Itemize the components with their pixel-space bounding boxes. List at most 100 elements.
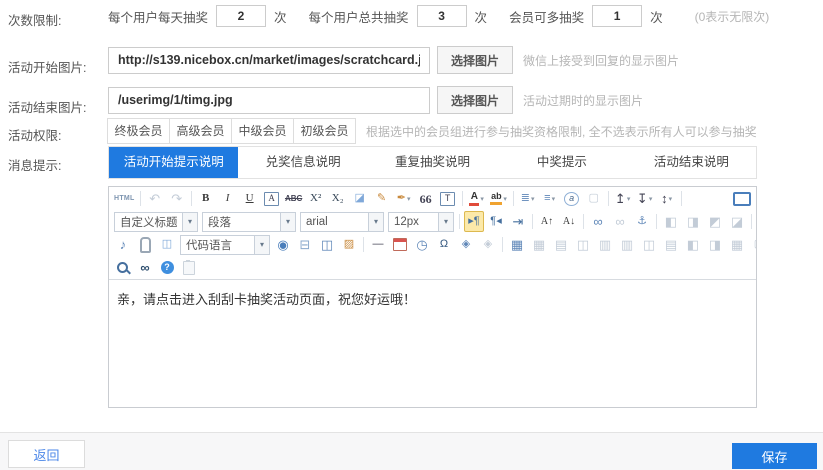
font-family-select[interactable]: arial▾ [300,212,384,232]
custom-title-select[interactable]: 自定义标题▾ [114,212,198,232]
tab-activity-end[interactable]: 活动结束说明 [627,147,756,178]
tab-label: 兑奖信息说明 [266,155,341,169]
insert-table-icon[interactable]: ▦ [507,234,527,255]
anchor-icon[interactable]: ⚓ [632,211,652,232]
editor-content[interactable]: 亲，请点击进入刮刮卡抽奖活动页面，祝您好运哦！ [109,280,756,407]
google-map-icon[interactable]: ◈ [478,234,498,255]
highlight-color-icon[interactable]: ab▾ [489,188,509,209]
time-icon[interactable]: ◷ [412,234,432,255]
start-image-row: 选择图片 微信上接受到回复的显示图片 [108,46,679,74]
toolbar-separator [462,191,463,206]
insert-frame-icon[interactable]: ◫ [157,234,177,255]
code-language-select[interactable]: 代码语言▾ [180,235,270,255]
member-group-buttons: 终极会员高级会员中级会员初级会员 [108,118,356,144]
rtl-paragraph-icon[interactable]: ¶◂ [486,211,506,232]
music-icon[interactable]: ♪ [113,234,133,255]
special-char-icon[interactable]: Ω [434,234,454,255]
start-image-choose-button[interactable]: 选择图片 [437,46,513,74]
top-spacing-icon[interactable]: ↥▾ [613,188,633,209]
italic-icon[interactable]: I [218,188,238,209]
blank-page-icon[interactable]: ▢ [584,188,604,209]
insert-code-icon[interactable]: ◉ [273,234,293,255]
paste-icon[interactable] [179,257,199,278]
font-size-down-icon[interactable]: A↓ [559,211,579,232]
find-replace-icon[interactable]: ∞ [135,257,155,278]
insert-row-icon[interactable]: ▥ [595,234,615,255]
member-group-middle[interactable]: 中级会员 [231,118,294,144]
image-inline-icon[interactable]: ◩ [705,211,725,232]
toolbar-separator [656,214,657,229]
unlink-icon[interactable]: ∞ [610,211,630,232]
tab-redeem-info[interactable]: 兑奖信息说明 [238,147,367,178]
end-image-choose-button[interactable]: 选择图片 [437,86,513,114]
total-input[interactable] [417,5,467,27]
date-icon[interactable] [390,234,410,255]
permission-hint: 根据选中的会员组进行参与抽奖资格限制, 全不选表示所有人可以参与抽奖 [366,123,757,140]
border-char-icon[interactable]: A [262,188,282,209]
delete-table-icon[interactable]: ▦ [529,234,549,255]
bold-icon[interactable]: B [196,188,216,209]
member-extra-input[interactable] [592,5,642,27]
start-image-input[interactable] [108,47,430,74]
member-group-senior[interactable]: 高级会员 [169,118,232,144]
html-source-icon[interactable]: HTML [113,188,136,209]
insert-template-icon[interactable]: ◫ [317,234,337,255]
toolbar-separator [681,191,682,206]
format-painter-icon[interactable]: ✒▾ [394,188,414,209]
underline-icon[interactable]: U [240,188,260,209]
background-icon[interactable]: ▨ [339,234,359,255]
dropdown-arrow-icon: ▾ [480,195,484,203]
per-day-input[interactable] [216,5,266,27]
paste-text-icon[interactable]: T [438,188,458,209]
font-color-icon[interactable]: A▾ [467,188,487,209]
end-image-input[interactable] [108,87,430,114]
member-group-junior[interactable]: 初级会员 [293,118,356,144]
member-group-ultimate[interactable]: 终极会员 [107,118,170,144]
blockquote-icon[interactable]: 66 [416,188,436,209]
tab-win-prompt[interactable]: 中奖提示 [497,147,626,178]
help-icon[interactable]: ? [157,257,177,278]
tab-activity-start-prompt[interactable]: 活动开始提示说明 [109,147,238,178]
link-icon[interactable]: ∞ [588,211,608,232]
table-title-icon[interactable]: ▤ [551,234,571,255]
undo-icon[interactable]: ↶ [145,188,165,209]
remove-format-icon[interactable]: ◪ [350,188,370,209]
back-button[interactable]: 返回 [8,440,85,468]
pagebreak-icon[interactable]: ⊟ [295,234,315,255]
line-height-icon[interactable]: ↕▾ [657,188,677,209]
table-center-icon[interactable]: ◨ [705,234,725,255]
unordered-list-icon[interactable]: ≡▾ [540,188,560,209]
paragraph-select[interactable]: 段落▾ [202,212,296,232]
redo-icon[interactable]: ↷ [167,188,187,209]
attachment-icon[interactable] [135,234,155,255]
table-left-icon[interactable]: ◧ [683,234,703,255]
baidu-map-icon[interactable]: ◈ [456,234,476,255]
split-cell-icon[interactable]: ◫ [639,234,659,255]
insert-column-icon[interactable]: ▥ [617,234,637,255]
new-doc-icon[interactable]: ▢ [749,234,756,255]
image-right-icon[interactable]: ◪ [727,211,747,232]
merge-cells-icon[interactable]: ◫ [573,234,593,255]
subscript-icon[interactable]: X₂ [328,188,348,209]
auto-typeset-icon[interactable]: ✎ [372,188,392,209]
font-size-up-icon[interactable]: A↑ [537,211,557,232]
ltr-paragraph-icon[interactable]: ▸¶ [464,211,484,232]
anchor-label-icon[interactable]: a [562,188,582,209]
font-size-select[interactable]: 12px▾ [388,212,454,232]
cell-align-icon[interactable]: ▤ [661,234,681,255]
strikethrough-icon[interactable]: ABC [284,188,304,209]
toolbar-separator [502,237,503,252]
table-fullwidth-icon[interactable]: ▦ [727,234,747,255]
hr-icon[interactable]: — [368,234,388,255]
image-center-icon[interactable]: ◨ [683,211,703,232]
indent-icon[interactable]: ⇥ [508,211,528,232]
preview-icon[interactable] [113,257,133,278]
tab-repeat-draw[interactable]: 重复抽奖说明 [368,147,497,178]
fullscreen-icon[interactable] [732,188,752,209]
image-left-icon[interactable]: ◧ [661,211,681,232]
superscript-icon[interactable]: X² [306,188,326,209]
bottom-spacing-icon[interactable]: ↧▾ [635,188,655,209]
save-button[interactable]: 保存 [732,443,817,469]
ordered-list-icon[interactable]: ≣▾ [518,188,538,209]
tab-label: 中奖提示 [537,155,587,169]
